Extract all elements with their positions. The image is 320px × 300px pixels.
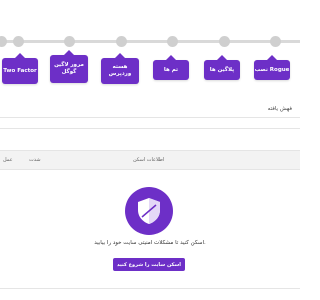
progress-track: [0, 40, 300, 43]
column-info: اطلاعات اسکن: [133, 157, 165, 163]
found-label: فهش یافته: [267, 106, 292, 112]
step-dot-7: [270, 36, 281, 47]
step-dot-5: [167, 36, 178, 47]
column-severity: شدت: [29, 157, 41, 163]
empty-state-shield: [125, 187, 173, 235]
empty-message: اسکن کنید تا مشکلات امنیتی سایت خود را ب…: [94, 240, 206, 246]
step-dot-1: [0, 36, 7, 47]
step-dot-6: [219, 36, 230, 47]
divider-top: [0, 117, 300, 118]
step-google-login[interactable]: مرور لاگین گوگل: [50, 50, 88, 83]
divider-bottom: [0, 288, 300, 289]
step-rogue-install[interactable]: نصب Rogue: [254, 55, 290, 80]
step-dot-3: [64, 36, 75, 47]
step-dot-4: [116, 36, 127, 47]
step-themes[interactable]: تم ها: [153, 55, 189, 80]
shield-icon: [138, 198, 160, 224]
start-scan-button[interactable]: اسکن سایت را شروع کنید: [113, 258, 185, 271]
step-plugins[interactable]: پلاگین ها: [204, 55, 240, 80]
step-wordpress-core[interactable]: هسته وردپرس: [101, 53, 139, 84]
step-dot-2: [13, 36, 24, 47]
table-header: اطلاعات اسکن شدت عمل: [0, 150, 300, 170]
column-action: عمل: [3, 157, 13, 163]
divider-mid: [0, 128, 300, 129]
step-two-factor[interactable]: Two Factor: [2, 53, 38, 84]
